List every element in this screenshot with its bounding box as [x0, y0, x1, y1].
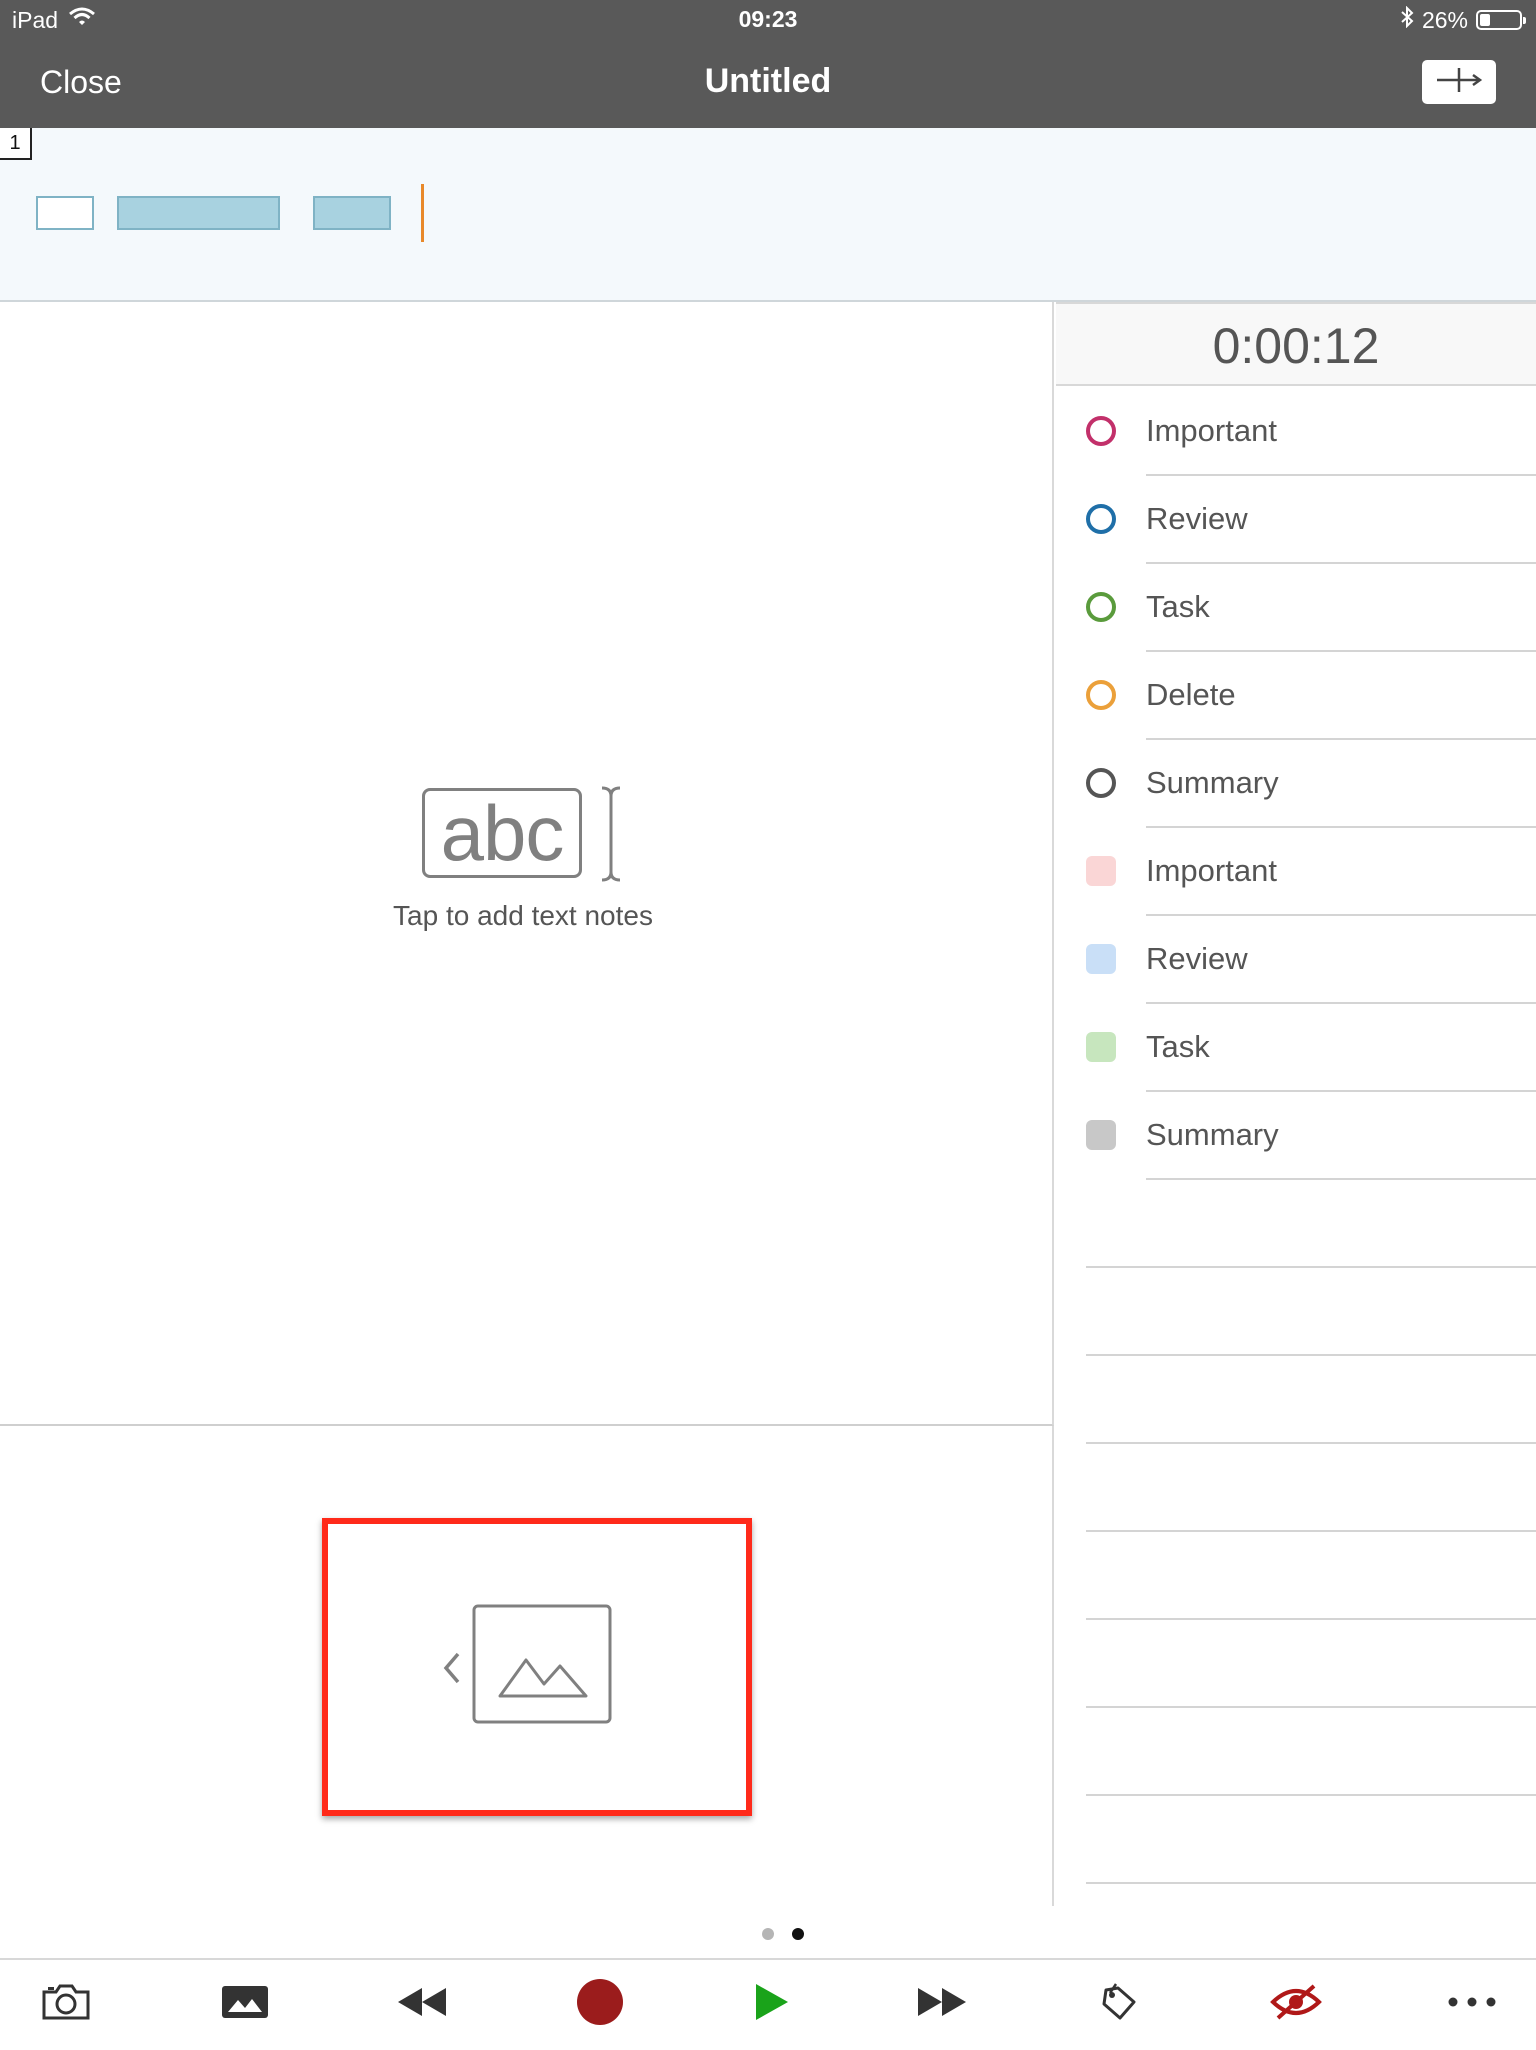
- timeline-segment[interactable]: [36, 196, 94, 230]
- text-cursor-icon: [598, 784, 624, 889]
- elapsed-timer: 0:00:12: [1056, 302, 1536, 386]
- fast-forward-icon: [916, 1986, 968, 2023]
- tag-square-icon: [1086, 856, 1116, 886]
- tag-panel: 0:00:12 Important Review Task Delete Summary…: [1056, 302, 1536, 1910]
- divider: [1086, 1618, 1536, 1620]
- play-button[interactable]: [740, 1978, 800, 2030]
- divider: [1086, 1442, 1536, 1444]
- tag-label: Task: [1146, 589, 1210, 624]
- fast-forward-button[interactable]: [912, 1978, 972, 2030]
- image-icon: [472, 1604, 612, 1731]
- tag-row[interactable]: Review: [1056, 476, 1536, 564]
- chevron-left-icon: [440, 1648, 464, 1693]
- divider: [1086, 1354, 1536, 1356]
- add-image-button[interactable]: [440, 1604, 620, 1728]
- tag-circle-icon: [1086, 504, 1116, 534]
- tag-label: Important: [1146, 413, 1277, 448]
- add-text-hint: Tap to add text notes: [393, 900, 653, 931]
- bluetooth-icon: [1400, 5, 1414, 34]
- tag-row[interactable]: Important: [1056, 388, 1536, 476]
- page-indicator[interactable]: [0, 1928, 1536, 1940]
- text-notes-placeholder[interactable]: abc: [418, 784, 648, 894]
- close-button[interactable]: Close: [40, 64, 122, 101]
- abc-text-icon: abc: [422, 788, 582, 878]
- timeline-segment[interactable]: [313, 196, 391, 230]
- tag-row[interactable]: Summary: [1056, 740, 1536, 828]
- tag-circle-icon: [1086, 768, 1116, 798]
- divider: [1086, 1794, 1536, 1796]
- page-title: Untitled: [704, 62, 832, 100]
- tag-row[interactable]: Task: [1056, 564, 1536, 652]
- tag-square-icon: [1086, 944, 1116, 974]
- timeline-segment[interactable]: [117, 196, 280, 230]
- page-dot-1[interactable]: [762, 1928, 774, 1940]
- more-button[interactable]: [1442, 1978, 1502, 2030]
- record-icon: [576, 1978, 624, 2031]
- page-dot-2[interactable]: [792, 1928, 804, 1940]
- tag-circle-icon: [1086, 680, 1116, 710]
- page-number-badge: 1: [0, 128, 32, 160]
- tag-circle-icon: [1086, 416, 1116, 446]
- tag-icon: [1096, 1980, 1144, 2029]
- record-button[interactable]: [570, 1978, 630, 2030]
- tag-label: Review: [1146, 941, 1248, 976]
- playhead-marker[interactable]: [421, 184, 424, 242]
- status-time: 09:23: [738, 6, 798, 32]
- play-icon: [750, 1982, 790, 2027]
- divider: [1086, 1530, 1536, 1532]
- divider: [1146, 1178, 1536, 1180]
- top-bar: iPad 09:23 26% Close Untitled: [0, 0, 1536, 128]
- bottom-toolbar: [0, 1958, 1536, 2050]
- battery-percent: 26%: [1421, 6, 1468, 33]
- tag-row[interactable]: Delete: [1056, 652, 1536, 740]
- camera-icon: [40, 1982, 92, 2027]
- tag-row[interactable]: Important: [1056, 828, 1536, 916]
- timeline-strip[interactable]: 1: [0, 128, 1536, 302]
- tag-label: Summary: [1146, 1117, 1279, 1152]
- split-timeline-icon: [1433, 65, 1485, 100]
- tag-row[interactable]: Summary: [1056, 1092, 1536, 1180]
- camera-button[interactable]: [36, 1978, 96, 2030]
- photo-icon: [220, 1984, 270, 2025]
- divider: [1086, 1882, 1536, 1884]
- battery-icon: [1476, 10, 1526, 30]
- status-right: 26%: [1400, 5, 1526, 34]
- rewind-icon: [396, 1986, 448, 2023]
- hide-button[interactable]: [1266, 1978, 1326, 2030]
- tag-row[interactable]: Review: [1056, 916, 1536, 1004]
- tag-label: Review: [1146, 501, 1248, 536]
- tag-square-icon: [1086, 1032, 1116, 1062]
- divider: [1086, 1266, 1536, 1268]
- tag-button[interactable]: [1090, 1978, 1150, 2030]
- tag-label: Delete: [1146, 677, 1236, 712]
- rewind-button[interactable]: [392, 1978, 452, 2030]
- split-timeline-button[interactable]: [1422, 60, 1496, 104]
- more-icon: [1447, 1995, 1497, 2013]
- photo-library-button[interactable]: [215, 1978, 275, 2030]
- tag-square-icon: [1086, 1120, 1116, 1150]
- tag-label: Important: [1146, 853, 1277, 888]
- tag-row[interactable]: Task: [1056, 1004, 1536, 1092]
- tag-label: Task: [1146, 1029, 1210, 1064]
- hide-icon: [1270, 1982, 1322, 2027]
- divider: [1086, 1706, 1536, 1708]
- tag-label: Summary: [1146, 765, 1279, 800]
- tag-circle-icon: [1086, 592, 1116, 622]
